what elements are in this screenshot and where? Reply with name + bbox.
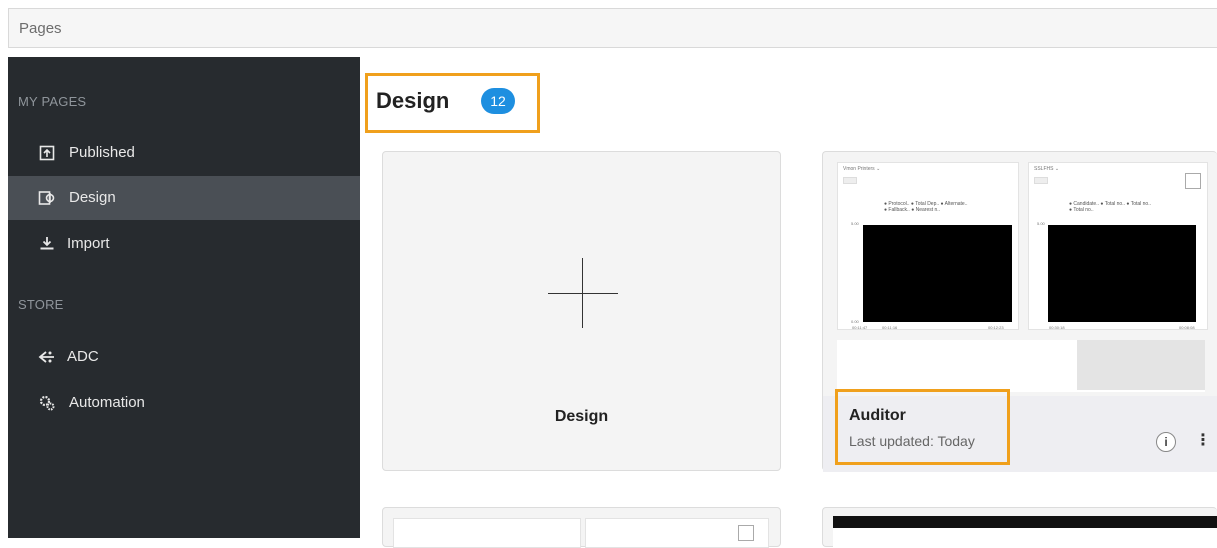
auditor-highlight-frame [835,389,1010,465]
sidebar-item-adc[interactable]: ADC [8,335,360,379]
design-icon [38,191,55,205]
new-design-label: Design [554,408,609,425]
upload-page-icon [39,145,55,161]
page-card[interactable] [822,507,1217,548]
automation-gear-icon [39,395,55,411]
thumbnail-widget [585,518,769,548]
thumbnail-widget: Vmon Printers ⌄ ● Protocol.. ● Total Dep… [837,162,1019,330]
thumbnail-legend: ● Total no.. [1069,207,1094,213]
adc-icon [38,351,54,363]
thumbnail-axis-label: 00:11:16 [882,325,898,330]
top-bar: Pages [8,8,1217,48]
thumbnail-legend: ● Fallback.. ● Nearest n.. [884,207,941,213]
thumbnail-title: SSLFHS ⌄ [1034,166,1060,172]
thumbnail-widget [837,340,1205,392]
thumbnail-axis-label: 5.00 [851,221,859,226]
sidebar-item-import[interactable]: Import [8,222,360,266]
sidebar-item-label: Design [69,189,116,206]
thumbnail-widget [833,528,1217,548]
plus-icon-vertical [582,258,583,328]
sidebar: MY PAGES Published Design Import STORE A… [8,57,360,538]
app-title: Pages [19,20,62,37]
thumbnail-widget [393,518,581,548]
thumbnail-header-bar [833,516,1217,528]
page-card[interactable] [382,507,781,548]
thumbnail-title: Vmon Printers ⌄ [843,166,881,172]
thumbnail-tag [843,177,857,184]
plus-icon [548,293,618,294]
sidebar-item-design[interactable]: Design [8,176,360,220]
thumbnail-checkbox [738,525,754,541]
thumbnail-axis-label: 00:30:18 [1049,325,1065,330]
more-options-icon[interactable]: ⋮ [1195,430,1211,452]
sidebar-item-label: Published [69,144,135,161]
thumbnail-plot [863,225,1012,322]
thumbnail-axis-label: 00:12:23 [988,325,1004,330]
sidebar-section-my-pages: MY PAGES [18,94,87,109]
info-icon[interactable]: i [1156,432,1176,452]
thumbnail-axis-label: 0.00 [851,319,859,324]
thumbnail-axis-label: 5.00 [1037,221,1045,226]
sidebar-item-label: ADC [67,348,99,365]
card-last-updated: Last updated: Today [849,433,975,449]
card-title: Auditor [849,407,906,424]
sidebar-item-automation[interactable]: Automation [8,381,360,425]
thumbnail-block [1077,340,1205,390]
sidebar-item-label: Import [67,235,110,252]
thumbnail-plot [1048,225,1196,322]
page-title: Design [376,88,450,113]
new-design-card[interactable]: Design [382,151,781,471]
count-badge: 12 [481,88,515,114]
sidebar-item-label: Automation [69,394,145,411]
thumbnail-checkbox [1185,173,1201,189]
thumbnail-axis-label: 00:08:08 [1179,325,1195,330]
sidebar-section-store: STORE [18,297,64,312]
thumbnail-axis-label: 00:11:47 [852,325,868,330]
thumbnail-widget: SSLFHS ⌄ ● Candidate.. ● Total no.. ● To… [1028,162,1208,330]
thumbnail-tag [1034,177,1048,184]
import-icon [40,237,54,250]
sidebar-item-published[interactable]: Published [8,131,360,175]
